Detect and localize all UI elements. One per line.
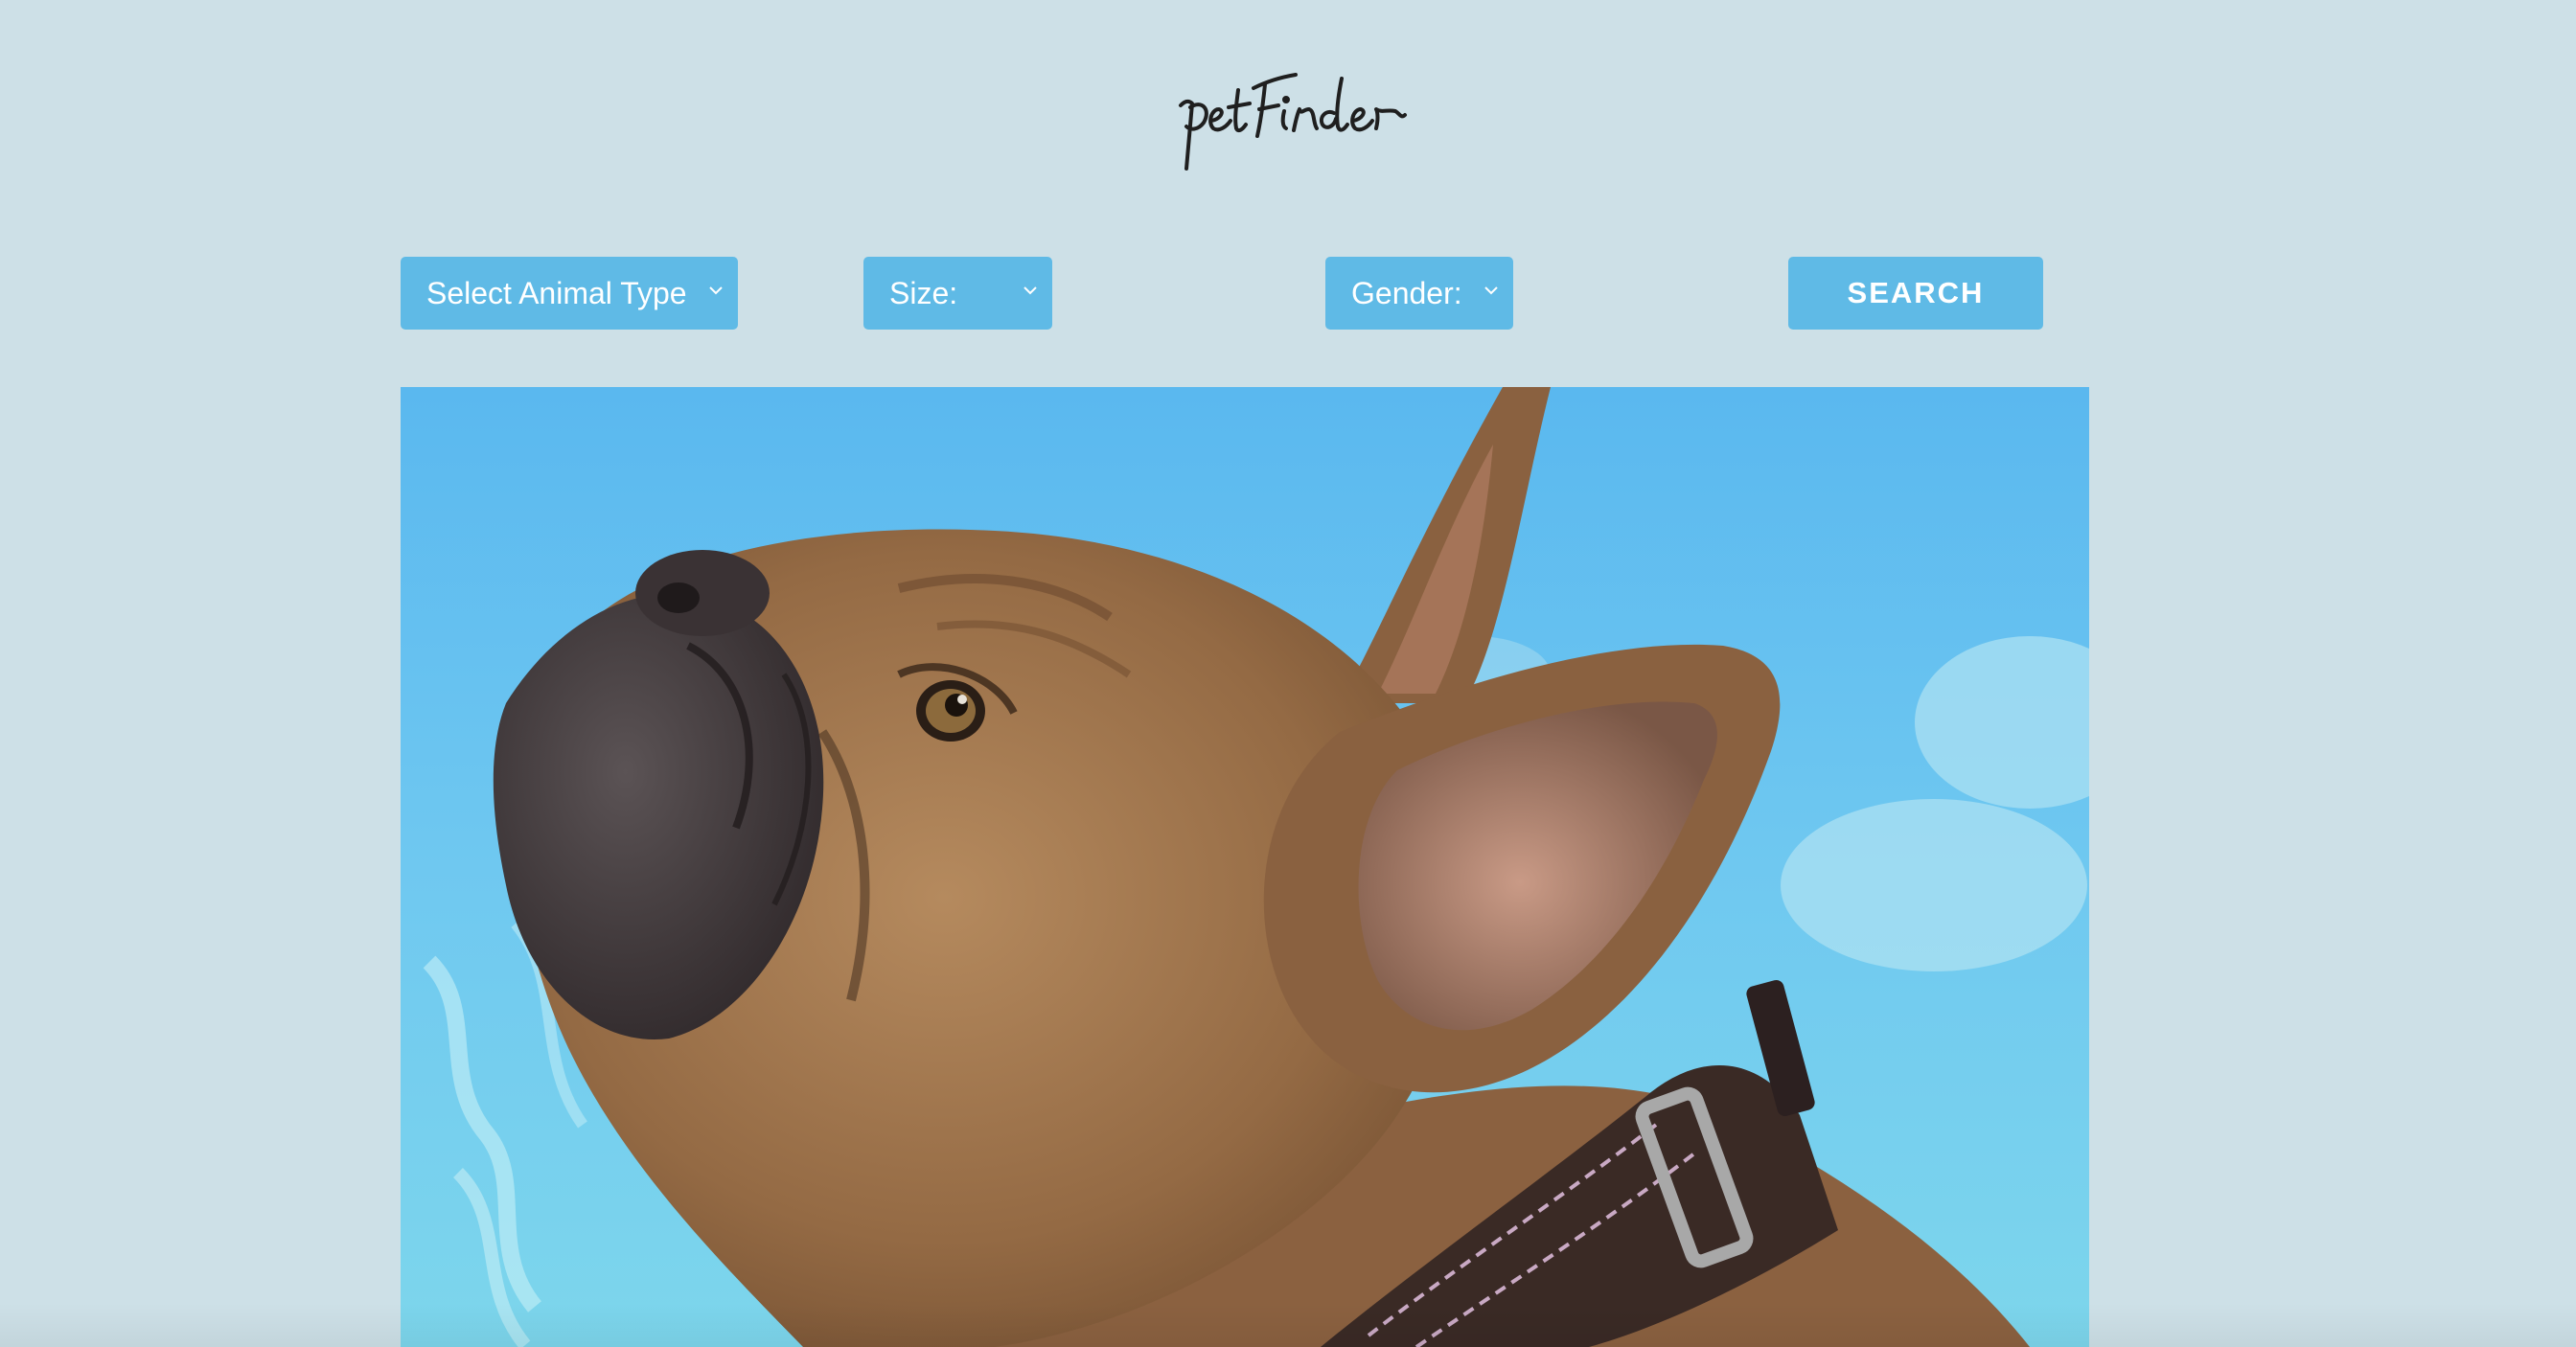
page: Select Animal Type Size: Gender: SEARCH [0, 0, 2576, 1347]
hero-dog-image [401, 387, 2089, 1347]
animal-type-select[interactable]: Select Animal Type [401, 257, 738, 330]
chevron-down-icon [1024, 286, 1037, 295]
gender-select-value: Gender: [1351, 275, 1462, 310]
chevron-down-icon [709, 286, 723, 295]
size-select[interactable]: Size: [863, 257, 1052, 330]
animal-type-select-value: Select Animal Type [426, 275, 687, 310]
petfinder-logo-image [1179, 73, 1407, 171]
site-logo[interactable] [1173, 56, 1413, 180]
gender-select[interactable]: Gender: [1325, 257, 1513, 330]
search-button[interactable]: SEARCH [1788, 257, 2043, 330]
size-select-value: Size: [889, 275, 958, 310]
chevron-down-icon [1484, 286, 1498, 295]
